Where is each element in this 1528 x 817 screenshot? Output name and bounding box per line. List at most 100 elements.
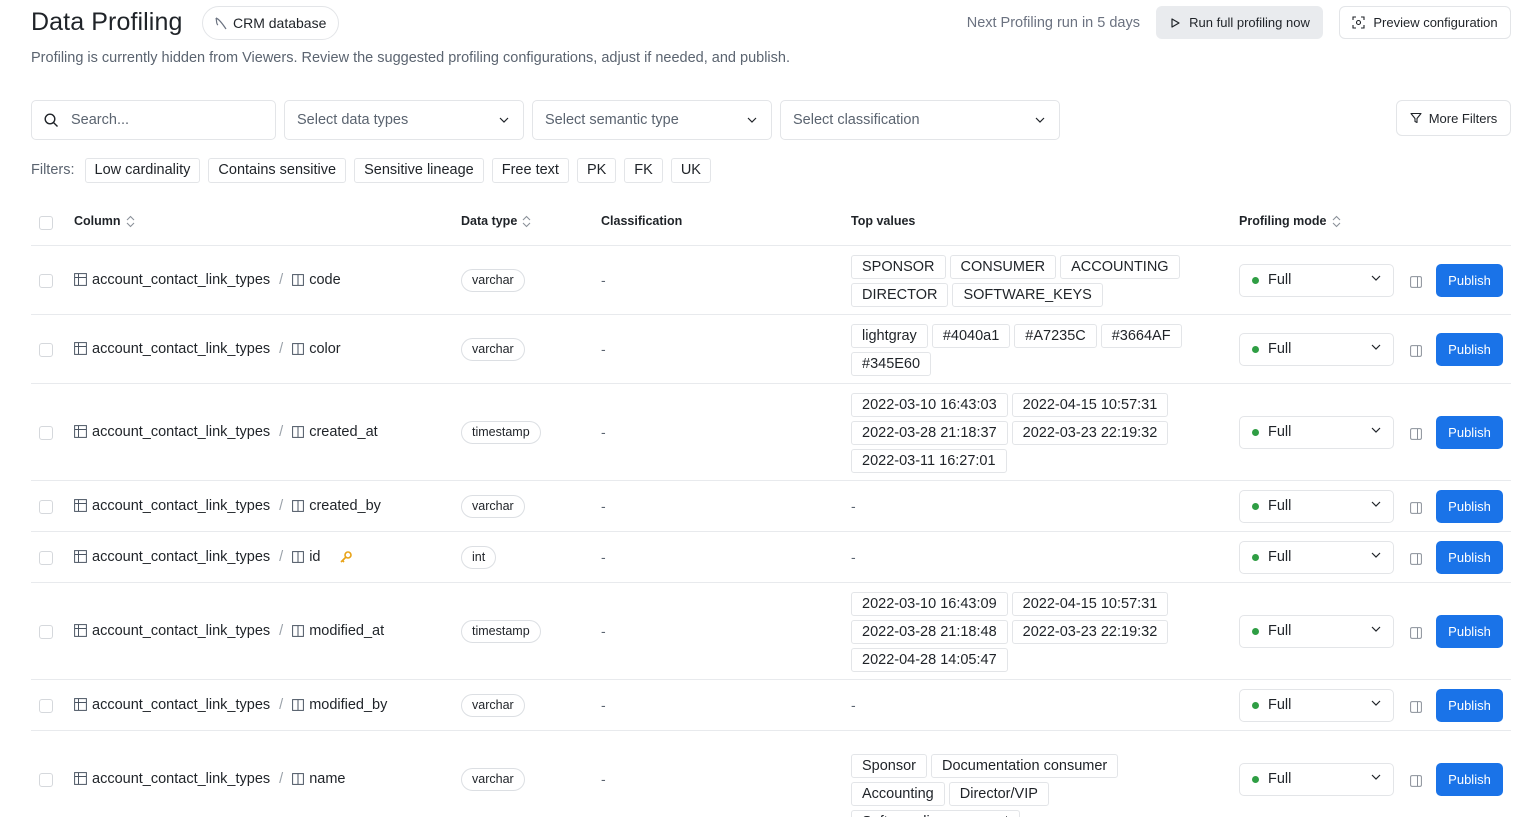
sort-icon	[522, 215, 531, 227]
table-name: account_contact_link_types	[92, 622, 271, 639]
publish-button[interactable]: Publish	[1436, 415, 1503, 449]
database-selector[interactable]: CRM database	[202, 6, 340, 40]
data-type-header[interactable]: Data type	[461, 214, 531, 228]
table-row: account_contact_link_types / created_by var…	[31, 481, 1511, 532]
publish-button[interactable]: Publish	[1436, 614, 1503, 648]
more-filters-button[interactable]: More Filters	[1396, 100, 1511, 136]
filter-chip[interactable]: Low cardinality	[84, 157, 201, 183]
filter-chip[interactable]: UK	[670, 157, 711, 183]
table-name: account_contact_link_types	[92, 340, 271, 357]
top-values-empty: -	[851, 696, 856, 713]
column-path[interactable]: account_contact_link_types / color	[74, 341, 341, 357]
quick-filters: Filters: Low cardinality Contains sensit…	[31, 157, 711, 183]
profiling-mode-select[interactable]: Full	[1239, 688, 1394, 722]
column-path[interactable]: account_contact_link_types / code	[74, 272, 341, 288]
row-checkbox[interactable]	[39, 624, 53, 639]
open-details-button[interactable]	[1410, 344, 1422, 357]
open-details-button[interactable]	[1410, 626, 1422, 639]
chevron-down-icon	[1035, 117, 1045, 123]
open-details-button[interactable]	[1410, 552, 1422, 565]
column-icon	[292, 550, 305, 563]
profiling-mode-header[interactable]: Profiling mode	[1239, 214, 1341, 228]
column-path[interactable]: account_contact_link_types / modified_by	[74, 697, 387, 713]
top-values-header-label: Top values	[851, 214, 916, 228]
column-name: modified_by	[309, 696, 388, 713]
row-checkbox[interactable]	[39, 499, 53, 514]
search-input[interactable]	[71, 112, 251, 128]
open-details-button[interactable]	[1410, 774, 1422, 787]
classification-value: -	[601, 770, 606, 787]
classification-select[interactable]: Select classification	[780, 100, 1060, 140]
top-value-tag: ACCOUNTING	[1060, 254, 1180, 279]
classification-header: Classification	[601, 214, 682, 228]
select-all-checkbox[interactable]	[39, 216, 53, 230]
profiling-mode-select[interactable]: Full	[1239, 332, 1394, 366]
row-checkbox[interactable]	[39, 425, 53, 440]
column-header[interactable]: Column	[74, 214, 135, 228]
row-checkbox[interactable]	[39, 772, 53, 787]
data-type-header-label: Data type	[461, 214, 518, 228]
chevron-down-icon	[499, 117, 509, 123]
database-icon	[215, 17, 227, 30]
top-value-tag: Documentation consumer	[931, 753, 1119, 778]
column-path[interactable]: account_contact_link_types / id	[74, 549, 353, 565]
column-name: id	[309, 548, 321, 565]
run-profiling-button[interactable]: Run full profiling now	[1156, 6, 1323, 39]
chevron-down-icon	[1371, 774, 1381, 780]
column-path[interactable]: account_contact_link_types / created_at	[74, 424, 378, 440]
row-checkbox[interactable]	[39, 273, 53, 288]
column-name: modified_at	[309, 622, 385, 639]
filter-chip[interactable]: PK	[576, 157, 617, 183]
publish-button[interactable]: Publish	[1436, 332, 1503, 366]
open-details-button[interactable]	[1410, 275, 1422, 288]
data-type-badge: varchar	[461, 767, 525, 791]
publish-button[interactable]: Publish	[1436, 688, 1503, 722]
path-separator: /	[279, 271, 284, 288]
top-values-header: Top values	[851, 214, 915, 228]
top-value-tag: Sponsor	[851, 753, 928, 778]
publish-button[interactable]: Publish	[1436, 540, 1503, 574]
top-value-tag: #345E60	[851, 351, 932, 376]
profiling-mode-select[interactable]: Full	[1239, 489, 1394, 523]
classification-value: -	[601, 271, 606, 288]
profiling-mode-select[interactable]: Full	[1239, 614, 1394, 648]
filter-chip[interactable]: Sensitive lineage	[354, 157, 484, 183]
data-type-badge: varchar	[461, 494, 525, 518]
filter-chip[interactable]: Contains sensitive	[208, 157, 347, 183]
preview-configuration-button[interactable]: Preview configuration	[1339, 6, 1511, 39]
details-panel-icon	[1410, 344, 1422, 357]
publish-button[interactable]: Publish	[1436, 762, 1503, 796]
table-row: account_contact_link_types / color varchar -…	[31, 315, 1511, 384]
filter-chip[interactable]: Free text	[491, 157, 569, 183]
data-types-select[interactable]: Select data types	[284, 100, 524, 140]
table-name: account_contact_link_types	[92, 770, 271, 787]
search-box[interactable]	[31, 100, 276, 140]
top-value-tag: lightgray	[851, 323, 928, 348]
row-checkbox[interactable]	[39, 550, 53, 565]
column-path[interactable]: account_contact_link_types / created_by	[74, 498, 381, 514]
profiling-mode-select[interactable]: Full	[1239, 762, 1394, 796]
chevron-down-icon	[1371, 700, 1381, 706]
database-name: CRM database	[233, 15, 327, 31]
top-values-list: lightgray #4040a1 #A7235C #3664AF #345E60	[851, 323, 1211, 376]
open-details-button[interactable]	[1410, 700, 1422, 713]
table-icon	[74, 698, 87, 711]
column-path[interactable]: account_contact_link_types / modified_at	[74, 623, 384, 639]
open-details-button[interactable]	[1410, 427, 1422, 440]
profiling-mode-select[interactable]: Full	[1239, 263, 1394, 297]
publish-button[interactable]: Publish	[1436, 489, 1503, 523]
open-details-button[interactable]	[1410, 501, 1422, 514]
publish-button[interactable]: Publish	[1436, 263, 1503, 297]
column-name: created_by	[309, 497, 381, 514]
classification-select-label: Select classification	[793, 112, 920, 128]
semantic-type-select[interactable]: Select semantic type	[532, 100, 772, 140]
profiling-mode-select[interactable]: Full	[1239, 540, 1394, 574]
profiling-mode-select[interactable]: Full	[1239, 415, 1394, 449]
column-path[interactable]: account_contact_link_types / name	[74, 771, 345, 787]
table-header: Column Data type Classification Top valu…	[31, 200, 1511, 246]
row-checkbox[interactable]	[39, 342, 53, 357]
top-value-tag: 2022-03-23 22:19:32	[1011, 619, 1169, 644]
row-checkbox[interactable]	[39, 698, 53, 713]
filter-chip[interactable]: FK	[624, 157, 663, 183]
details-panel-icon	[1410, 700, 1422, 713]
